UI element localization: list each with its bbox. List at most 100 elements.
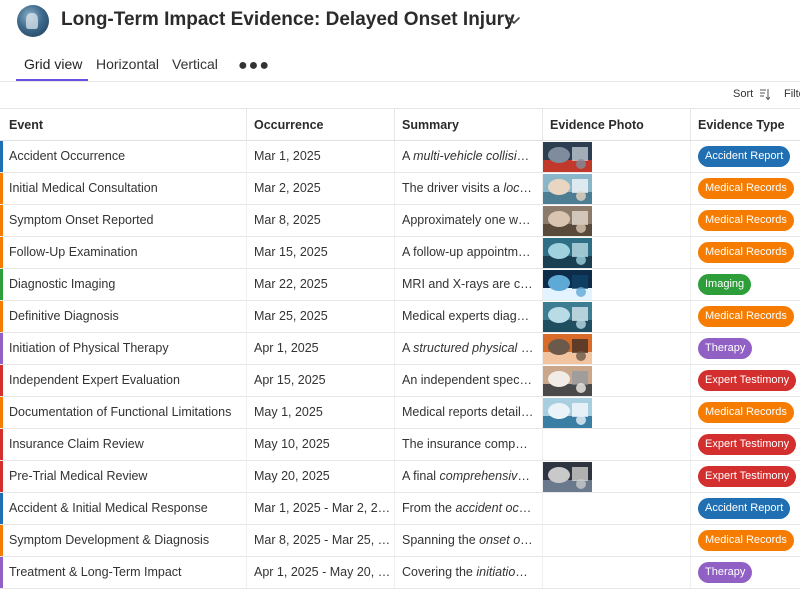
cell-evidence-type[interactable]: Expert Testimony <box>691 429 800 460</box>
spine-xray-photo[interactable] <box>543 270 592 300</box>
cell-summary[interactable]: From the accident occu... <box>395 493 543 524</box>
cell-summary[interactable]: A follow-up appointment... <box>395 237 543 268</box>
table-row[interactable]: Independent Expert Evaluation Apr 15, 202… <box>0 365 800 397</box>
table-row[interactable]: Initial Medical Consultation Mar 2, 2025 T… <box>0 173 800 205</box>
table-row[interactable]: Definitive Diagnosis Mar 25, 2025 Medical … <box>0 301 800 333</box>
cell-evidence-photo[interactable] <box>543 205 691 236</box>
cell-event[interactable]: Initial Medical Consultation <box>0 173 247 204</box>
table-row[interactable]: Pre-Trial Medical Review May 20, 2025 A fi… <box>0 461 800 493</box>
cell-summary[interactable]: A final comprehensive r... <box>395 461 543 492</box>
cell-summary[interactable]: The insurance company... <box>395 429 543 460</box>
cell-occurrence[interactable]: Apr 15, 2025 <box>247 365 395 396</box>
cell-evidence-photo[interactable] <box>543 493 691 524</box>
cell-event[interactable]: Insurance Claim Review <box>0 429 247 460</box>
cell-evidence-photo[interactable] <box>543 173 691 204</box>
cell-evidence-type[interactable]: Accident Report <box>691 141 800 172</box>
cell-occurrence[interactable]: Mar 8, 2025 <box>247 205 395 236</box>
exam-room-photo[interactable] <box>543 238 592 268</box>
cell-evidence-type[interactable]: Therapy <box>691 557 800 588</box>
column-header-evidence-photo[interactable]: Evidence Photo <box>543 109 691 141</box>
sort-button[interactable]: Sort <box>733 88 753 100</box>
cell-occurrence[interactable]: Mar 25, 2025 <box>247 301 395 332</box>
cell-evidence-type[interactable]: Expert Testimony <box>691 365 800 396</box>
more-options-icon[interactable]: ●●● <box>238 57 270 75</box>
cell-evidence-photo[interactable] <box>543 397 691 428</box>
column-header-evidence-type[interactable]: Evidence Type <box>691 109 800 141</box>
cell-summary[interactable]: A multi-vehicle collision ... <box>395 141 543 172</box>
cell-evidence-photo[interactable] <box>543 333 691 364</box>
cell-occurrence[interactable]: Mar 15, 2025 <box>247 237 395 268</box>
cell-event[interactable]: Pre-Trial Medical Review <box>0 461 247 492</box>
cell-occurrence[interactable]: Mar 22, 2025 <box>247 269 395 300</box>
clinic-visit-photo[interactable] <box>543 174 592 204</box>
table-row[interactable]: Accident Occurrence Mar 1, 2025 A multi-ve… <box>0 141 800 173</box>
cell-evidence-photo[interactable] <box>543 429 691 460</box>
cell-event[interactable]: Definitive Diagnosis <box>0 301 247 332</box>
cell-summary[interactable]: Medical reports detail c... <box>395 397 543 428</box>
cell-event[interactable]: Accident Occurrence <box>0 141 247 172</box>
cell-evidence-type[interactable]: Imaging <box>691 269 800 300</box>
table-row[interactable]: Symptom Development & Diagnosis Mar 8, 20… <box>0 525 800 557</box>
column-header-occurrence[interactable]: Occurrence <box>247 109 395 141</box>
table-row[interactable]: Treatment & Long-Term Impact Apr 1, 2025 … <box>0 557 800 589</box>
cell-evidence-type[interactable]: Medical Records <box>691 205 800 236</box>
tab-grid-view[interactable]: Grid view <box>24 56 82 72</box>
cell-evidence-type[interactable]: Medical Records <box>691 173 800 204</box>
cell-evidence-type[interactable]: Expert Testimony <box>691 461 800 492</box>
cell-evidence-type[interactable]: Medical Records <box>691 397 800 428</box>
cell-summary[interactable]: A structured physical th... <box>395 333 543 364</box>
medical-report-photo[interactable] <box>543 398 592 428</box>
cell-evidence-photo[interactable] <box>543 365 691 396</box>
cell-evidence-photo[interactable] <box>543 269 691 300</box>
cell-evidence-photo[interactable] <box>543 461 691 492</box>
neck-pain-photo[interactable] <box>543 206 592 236</box>
cell-event[interactable]: Treatment & Long-Term Impact <box>0 557 247 588</box>
hospital-corridor-photo[interactable] <box>543 302 592 332</box>
table-row[interactable]: Follow-Up Examination Mar 15, 2025 A follo… <box>0 237 800 269</box>
table-row[interactable]: Symptom Onset Reported Mar 8, 2025 Approxi… <box>0 205 800 237</box>
cell-occurrence[interactable]: Apr 1, 2025 - May 20, 2... <box>247 557 395 588</box>
tab-horizontal[interactable]: Horizontal <box>96 56 159 72</box>
cell-event[interactable]: Initiation of Physical Therapy <box>0 333 247 364</box>
cell-summary[interactable]: An independent speciali... <box>395 365 543 396</box>
cell-occurrence[interactable]: Apr 1, 2025 <box>247 333 395 364</box>
cell-evidence-type[interactable]: Medical Records <box>691 525 800 556</box>
cell-event[interactable]: Follow-Up Examination <box>0 237 247 268</box>
legal-meeting-photo[interactable] <box>543 462 592 492</box>
table-row[interactable]: Accident & Initial Medical Response Mar 1… <box>0 493 800 525</box>
cell-event[interactable]: Diagnostic Imaging <box>0 269 247 300</box>
cell-event[interactable]: Symptom Development & Diagnosis <box>0 525 247 556</box>
cell-evidence-type[interactable]: Medical Records <box>691 301 800 332</box>
cell-occurrence[interactable]: Mar 2, 2025 <box>247 173 395 204</box>
cell-summary[interactable]: Spanning the onset of s... <box>395 525 543 556</box>
cell-occurrence[interactable]: May 10, 2025 <box>247 429 395 460</box>
cell-event[interactable]: Documentation of Functional Limitations <box>0 397 247 428</box>
cell-evidence-type[interactable]: Accident Report <box>691 493 800 524</box>
cell-summary[interactable]: Approximately one wee... <box>395 205 543 236</box>
cell-event[interactable]: Accident & Initial Medical Response <box>0 493 247 524</box>
cell-evidence-type[interactable]: Therapy <box>691 333 800 364</box>
cell-occurrence[interactable]: May 20, 2025 <box>247 461 395 492</box>
table-row[interactable]: Documentation of Functional Limitations M… <box>0 397 800 429</box>
table-row[interactable]: Insurance Claim Review May 10, 2025 The in… <box>0 429 800 461</box>
cell-summary[interactable]: MRI and X-rays are con... <box>395 269 543 300</box>
cell-summary[interactable]: Medical experts diagno... <box>395 301 543 332</box>
cell-evidence-type[interactable]: Medical Records <box>691 237 800 268</box>
cell-occurrence[interactable]: Mar 1, 2025 <box>247 141 395 172</box>
table-row[interactable]: Diagnostic Imaging Mar 22, 2025 MRI and X-… <box>0 269 800 301</box>
column-header-event[interactable]: Event <box>0 109 247 141</box>
cell-summary[interactable]: Covering the initiation o... <box>395 557 543 588</box>
physio-session-photo[interactable] <box>543 334 592 364</box>
cell-evidence-photo[interactable] <box>543 557 691 588</box>
cell-evidence-photo[interactable] <box>543 141 691 172</box>
cell-event[interactable]: Symptom Onset Reported <box>0 205 247 236</box>
cell-occurrence[interactable]: May 1, 2025 <box>247 397 395 428</box>
table-row[interactable]: Initiation of Physical Therapy Apr 1, 202… <box>0 333 800 365</box>
cell-occurrence[interactable]: Mar 1, 2025 - Mar 2, 2025 <box>247 493 395 524</box>
expert-review-photo[interactable] <box>543 366 592 396</box>
filter-button[interactable]: Filter <box>784 88 800 100</box>
chevron-down-icon[interactable] <box>506 12 522 28</box>
cell-event[interactable]: Independent Expert Evaluation <box>0 365 247 396</box>
cell-evidence-photo[interactable] <box>543 237 691 268</box>
cell-summary[interactable]: The driver visits a local ... <box>395 173 543 204</box>
